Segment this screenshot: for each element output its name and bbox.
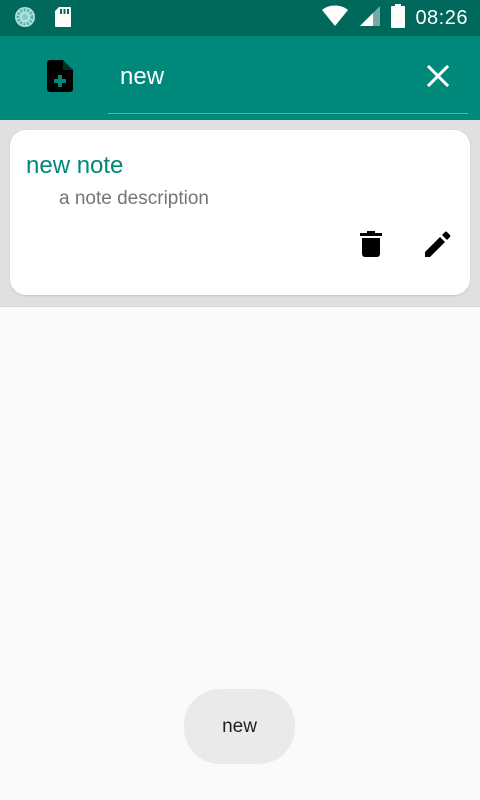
notes-list: new note a note description <box>0 120 480 307</box>
cell-signal-icon <box>359 5 381 32</box>
note-description: a note description <box>59 188 209 209</box>
edit-note-button[interactable] <box>418 226 458 266</box>
clear-search-button[interactable] <box>416 56 460 100</box>
status-bar-left <box>14 6 72 33</box>
search-underline <box>108 113 468 114</box>
close-icon <box>426 64 450 92</box>
wifi-icon <box>321 5 349 32</box>
sd-card-icon <box>54 6 72 33</box>
app-bar <box>0 36 480 120</box>
delete-icon <box>360 230 382 262</box>
edit-icon <box>425 231 451 262</box>
note-add-icon <box>47 59 73 97</box>
status-bar-right: 08:26 <box>321 0 468 36</box>
status-bar: 08:26 <box>0 0 480 36</box>
app-notification-icon <box>14 6 36 33</box>
note-title: new note <box>26 152 124 179</box>
toast-message: new <box>184 689 295 764</box>
add-note-button[interactable] <box>38 54 82 102</box>
status-time: 08:26 <box>415 6 468 29</box>
search-input[interactable] <box>108 52 418 102</box>
note-card[interactable]: new note a note description <box>10 130 470 295</box>
battery-icon <box>391 3 406 33</box>
delete-note-button[interactable] <box>351 226 391 266</box>
